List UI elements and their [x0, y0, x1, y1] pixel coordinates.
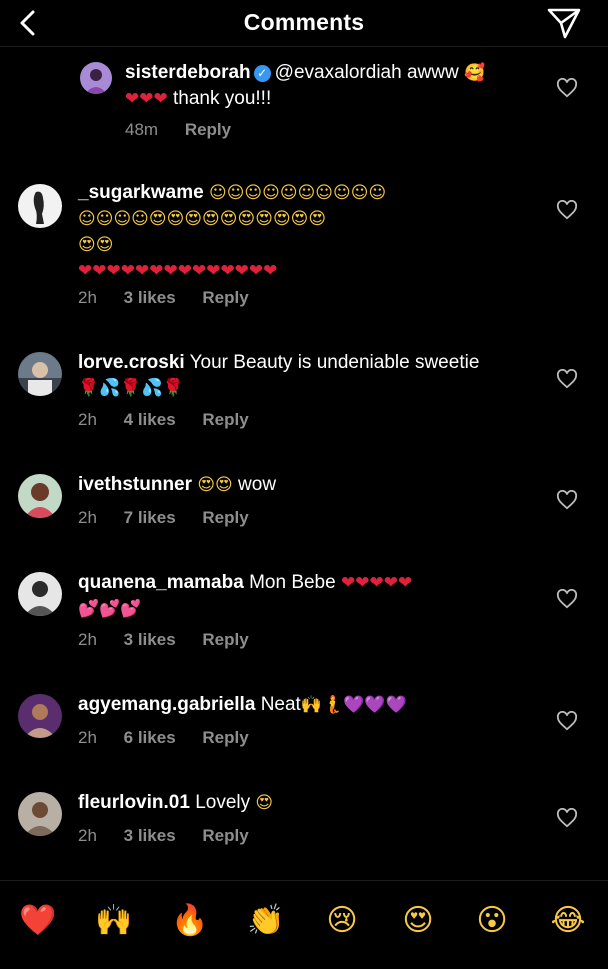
clapping-emoji-button[interactable]: 👏	[246, 901, 286, 941]
top-bar: Comments	[0, 0, 608, 47]
avatar[interactable]	[18, 572, 62, 616]
reply-button[interactable]: Reply	[202, 508, 248, 527]
likes-count[interactable]: 3 likes	[124, 630, 176, 649]
avatar[interactable]	[18, 694, 62, 738]
comment-text: sisterdeborah ✓ @evaxalordiah awww 🥰 ❤❤❤ t…	[125, 60, 545, 112]
comment-text: fleurlovin.01 Lovely 😍	[78, 790, 528, 816]
direct-send-icon[interactable]	[546, 6, 582, 40]
like-heart-icon[interactable]	[556, 808, 578, 828]
likes-count[interactable]: 4 likes	[124, 410, 176, 429]
avatar[interactable]	[80, 62, 112, 94]
like-heart-icon[interactable]	[556, 589, 578, 609]
verified-badge-icon: ✓	[253, 65, 271, 82]
avatar[interactable]	[18, 792, 62, 836]
emoji: ☺☺☺☺😍😍😍😍😍😍😍😍😍😍	[78, 209, 327, 229]
avatar[interactable]	[18, 184, 62, 228]
reply-button[interactable]: Reply	[202, 826, 248, 845]
emoji: ☺☺☺☺☺☺☺☺☺☺	[208, 183, 387, 203]
emoji: 😍😍	[78, 235, 114, 255]
reply-button[interactable]: Reply	[202, 410, 248, 429]
comment-text: quanena_mamaba Mon Bebe ❤❤❤❤❤ 💕💕💕	[78, 570, 528, 622]
reply-button[interactable]: Reply	[185, 120, 231, 139]
username[interactable]: lorve.croski	[78, 352, 185, 373]
timestamp: 2h	[78, 728, 97, 747]
username[interactable]: quanena_mamaba	[78, 572, 244, 593]
emoji: 🙌🧜💜💜💜	[300, 695, 407, 715]
comment-meta: 48m Reply	[125, 120, 253, 140]
like-heart-icon[interactable]	[556, 369, 578, 389]
page-title: Comments	[243, 9, 365, 35]
avatar[interactable]	[18, 474, 62, 518]
like-heart-icon[interactable]	[556, 711, 578, 731]
timestamp: 2h	[78, 630, 97, 649]
comment-body: wow	[238, 474, 277, 495]
like-heart-icon[interactable]	[556, 78, 578, 98]
username[interactable]: ivethstunner	[78, 474, 192, 495]
crying-emoji-button[interactable]: 😢	[322, 901, 362, 941]
like-heart-icon[interactable]	[556, 200, 578, 220]
avatar[interactable]	[18, 352, 62, 396]
likes-count[interactable]: 6 likes	[124, 728, 176, 747]
username[interactable]: fleurlovin.01	[78, 792, 190, 813]
comment-body: Mon Bebe	[249, 572, 336, 593]
heart-eyes-emoji-button[interactable]: 😍	[398, 901, 438, 941]
comment-meta: 2h 3 likes Reply	[78, 630, 271, 650]
timestamp: 2h	[78, 826, 97, 845]
comment-body: @evaxalordiah awww	[274, 62, 459, 83]
comment-meta: 2h 3 likes Reply	[78, 826, 271, 846]
comment-text: _sugarkwame ☺☺☺☺☺☺☺☺☺☺ ☺☺☺☺😍😍😍😍😍😍😍😍😍😍 😍😍…	[78, 180, 528, 284]
emoji: 💕💕💕	[78, 599, 142, 619]
timestamp: 2h	[78, 508, 97, 527]
laughing-emoji-button[interactable]: 😂	[548, 901, 588, 941]
emoji: 🥰	[463, 63, 486, 83]
comment-meta: 2h 7 likes Reply	[78, 508, 271, 528]
comment-meta: 2h 6 likes Reply	[78, 728, 271, 748]
likes-count[interactable]: 7 likes	[124, 508, 176, 527]
surprised-emoji-button[interactable]: 😮	[472, 901, 512, 941]
emoji: 😍😍	[197, 475, 233, 495]
comment-text: lorve.croski Your Beauty is undeniable s…	[78, 350, 528, 401]
heart-emoji-button[interactable]: ❤️	[18, 901, 58, 941]
reply-button[interactable]: Reply	[202, 728, 248, 747]
fire-emoji-button[interactable]: 🔥	[170, 901, 210, 941]
username[interactable]: sisterdeborah	[125, 62, 251, 83]
username[interactable]: agyemang.gabriella	[78, 694, 255, 715]
likes-count[interactable]: 3 likes	[124, 826, 176, 845]
emoji: 🌹💦🌹💦🌹	[78, 378, 184, 398]
comment-body: Your Beauty is undeniable sweetie	[189, 352, 480, 373]
comment-meta: 2h 3 likes Reply	[78, 288, 271, 308]
emoji: ❤❤❤❤❤❤❤❤❤❤❤❤❤❤	[78, 261, 278, 281]
quick-emoji-bar: ❤️ 🙌 🔥 👏 😢 😍 😮 😂	[0, 880, 608, 969]
comment-body: thank you!!!	[173, 88, 272, 109]
comment-body: Neat	[260, 694, 301, 715]
likes-count[interactable]: 3 likes	[124, 288, 176, 307]
emoji: ❤❤❤❤❤	[340, 573, 413, 593]
raised-hands-emoji-button[interactable]: 🙌	[94, 901, 134, 941]
reply-button[interactable]: Reply	[202, 630, 248, 649]
emoji: 😍	[255, 793, 274, 813]
timestamp: 2h	[78, 288, 97, 307]
comment-text: agyemang.gabriella Neat🙌🧜💜💜💜	[78, 692, 528, 718]
comment-text: ivethstunner 😍😍 wow	[78, 472, 528, 498]
timestamp: 48m	[125, 120, 159, 139]
emoji: ❤❤❤	[125, 89, 168, 109]
username[interactable]: _sugarkwame	[78, 182, 204, 203]
reply-button[interactable]: Reply	[202, 288, 248, 307]
comment-body: Lovely	[195, 792, 251, 813]
like-heart-icon[interactable]	[556, 490, 578, 510]
timestamp: 2h	[78, 410, 97, 429]
comment-meta: 2h 4 likes Reply	[78, 410, 271, 430]
